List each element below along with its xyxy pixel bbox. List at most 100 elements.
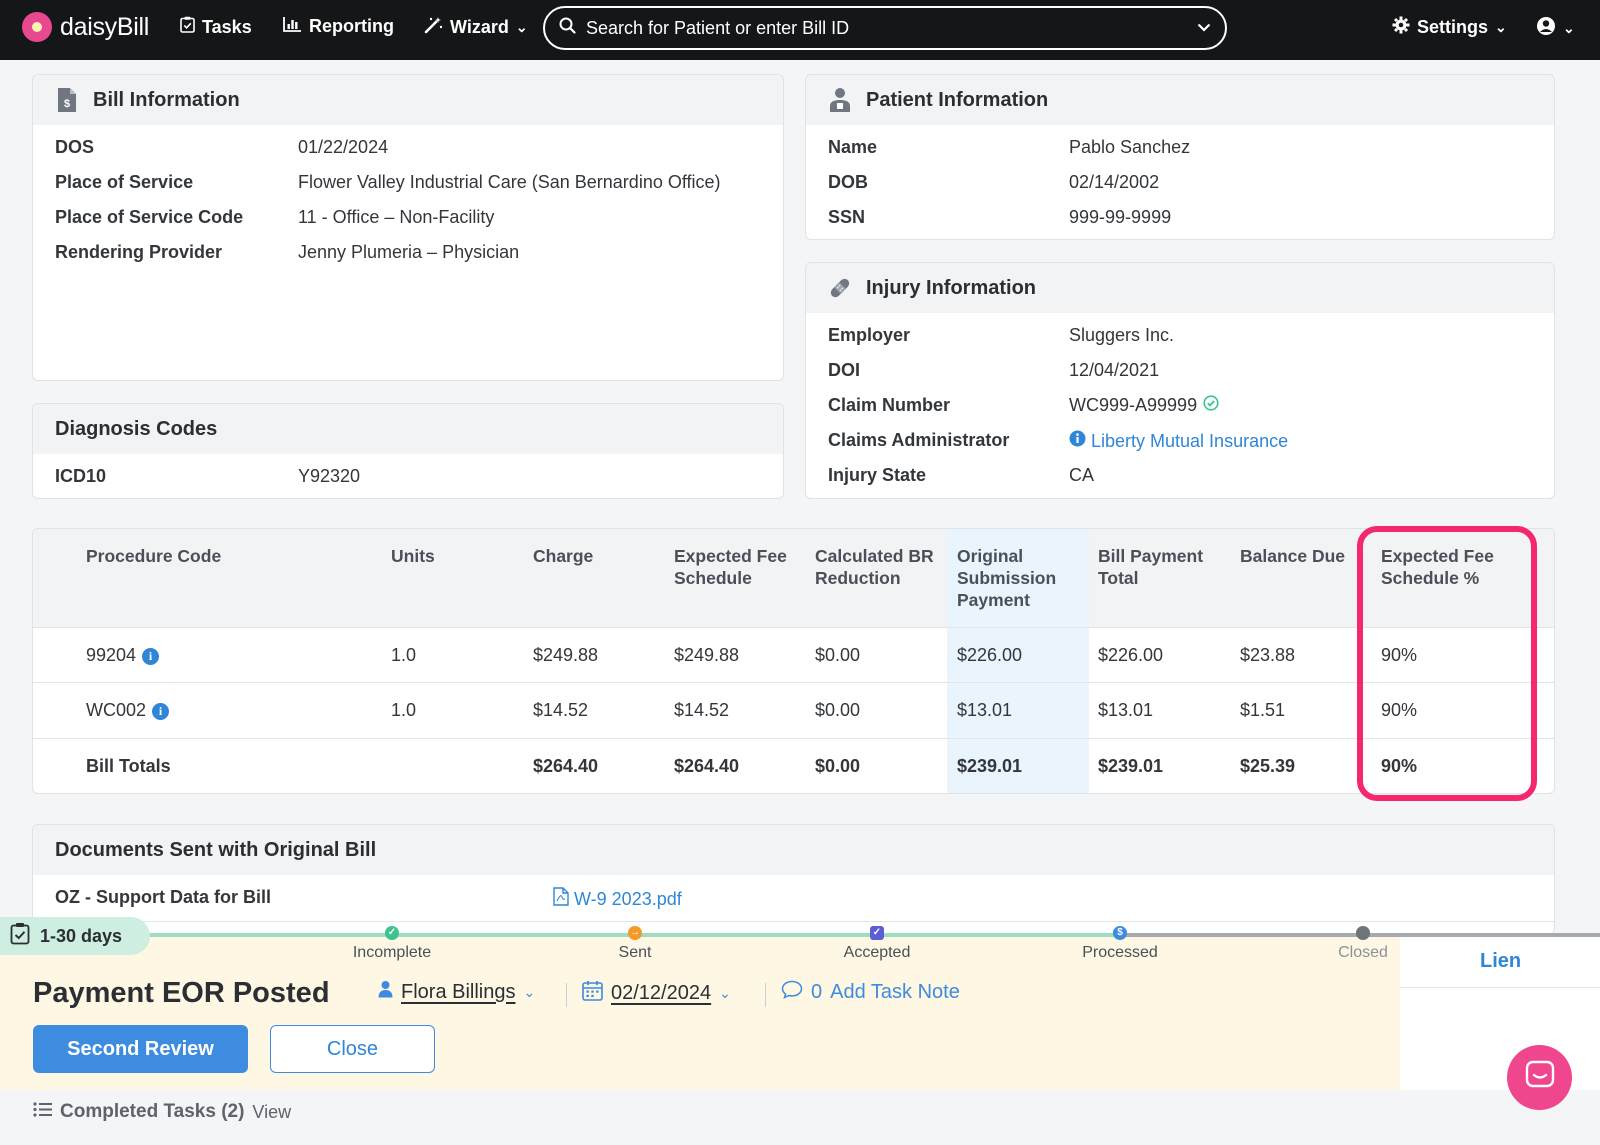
claims-administrator-link[interactable]: Liberty Mutual Insurance	[1069, 430, 1288, 452]
days-aging-label: 1-30 days	[40, 925, 123, 946]
stage-incomplete: ✓ Incomplete	[322, 926, 462, 962]
place-of-service-code-label: Place of Service Code	[55, 207, 244, 227]
ssn-label: SSN	[828, 207, 866, 227]
close-button[interactable]: Close	[270, 1025, 435, 1073]
patient-information-header: Patient Information	[806, 75, 1554, 125]
pdf-file-icon	[553, 887, 569, 911]
stage-closed: Closed	[1293, 926, 1433, 962]
place-of-service-value: Flower Valley Industrial Care (San Berna…	[298, 172, 721, 192]
total-expected-fee: $264.40	[674, 756, 740, 776]
injury-information-header: Injury Information	[806, 263, 1554, 313]
row-divider	[33, 627, 1554, 628]
bill-totals-label: Bill Totals	[86, 756, 171, 776]
nav-wizard[interactable]: Wizard ⌄	[424, 16, 528, 39]
stage-label: Closed	[1338, 944, 1388, 961]
chat-launcher-button[interactable]	[1507, 1045, 1572, 1110]
bill-information-header: $ Bill Information	[33, 75, 783, 125]
dollar-icon: $	[1113, 926, 1127, 940]
stage-label: Sent	[618, 944, 652, 961]
balance-due-cell: $1.51	[1240, 700, 1286, 720]
br-reduction-cell: $0.00	[815, 700, 861, 720]
task-title: Payment EOR Posted	[33, 977, 330, 1009]
units-cell: 1.0	[391, 645, 417, 665]
row-divider	[33, 738, 1554, 739]
ssn-value: 999-99-9999	[1069, 207, 1172, 227]
claim-number-label: Claim Number	[828, 395, 951, 415]
due-date-dropdown[interactable]: 02/12/2024 ⌄	[582, 980, 731, 1007]
brand-name: daisyBill	[60, 12, 149, 41]
injury-state-value: CA	[1069, 465, 1095, 485]
diagnosis-codes-panel: Diagnosis Codes ICD10 Y92320	[32, 403, 784, 499]
add-task-note-link[interactable]: 0 Add Task Note	[781, 980, 960, 1005]
employer-label: Employer	[828, 325, 911, 345]
highlight-annotation	[1357, 526, 1537, 801]
header-charge: Charge	[533, 546, 594, 566]
header-units: Units	[391, 546, 435, 566]
dos-label: DOS	[55, 137, 95, 157]
assignee-dropdown[interactable]: Flora Billings ⌄	[378, 980, 535, 1004]
doi-value: 12/04/2021	[1069, 360, 1160, 380]
rendering-provider-label: Rendering Provider	[55, 242, 223, 262]
injury-state-label: Injury State	[828, 465, 927, 485]
nav-settings-label: Settings	[1417, 17, 1489, 37]
info-icon[interactable]: i	[142, 648, 160, 665]
claim-number-value: WC999-A99999	[1069, 395, 1198, 415]
completed-tasks-label: Completed Tasks (2)	[60, 1101, 245, 1122]
total-bill-payment: $239.01	[1098, 756, 1164, 776]
icd10-value: Y92320	[298, 466, 361, 486]
claims-administrator-value: Liberty Mutual Insurance	[1091, 430, 1289, 451]
dot-icon	[1356, 926, 1370, 940]
clipboard-check-icon	[10, 922, 30, 950]
patient-search-input[interactable]: Search for Patient or enter Bill ID	[543, 6, 1227, 50]
due-date: 02/12/2024	[611, 982, 712, 1004]
second-review-button[interactable]: Second Review	[33, 1025, 248, 1073]
tab-lien[interactable]: Lien	[1480, 950, 1521, 973]
patient-name-label: Name	[828, 137, 878, 157]
header-bill-payment-total: Bill Payment Total	[1098, 546, 1204, 588]
doi-label: DOI	[828, 360, 861, 380]
chevron-down-icon: ⌄	[1495, 19, 1507, 35]
procedure-code-cell: WC002 i	[86, 700, 170, 721]
view-completed-link[interactable]: View	[252, 1102, 291, 1123]
bill-information-panel: $ Bill Information DOS 01/22/2024 Place …	[32, 74, 784, 381]
total-balance-due: $25.39	[1240, 756, 1296, 776]
user-menu[interactable]: ⌄	[1536, 16, 1575, 41]
nav-reporting[interactable]: Reporting	[283, 16, 394, 37]
brand-logo-link[interactable]: daisyBill	[22, 12, 149, 42]
panel-title: Diagnosis Codes	[55, 417, 218, 440]
icd10-label: ICD10	[55, 466, 107, 486]
info-icon[interactable]: i	[152, 703, 170, 720]
br-reduction-cell: $0.00	[815, 645, 861, 665]
user-avatar-icon	[1536, 16, 1556, 41]
divider	[566, 983, 567, 1007]
invoice-dollar-icon: $	[55, 87, 79, 113]
search-icon	[559, 17, 576, 39]
chevron-down-icon[interactable]	[1197, 19, 1211, 37]
documents-header: Documents Sent with Original Bill	[33, 825, 1554, 875]
diagnosis-codes-header: Diagnosis Codes	[33, 404, 783, 454]
user-icon	[378, 980, 393, 1004]
dos-value: 01/22/2024	[298, 137, 389, 157]
chevron-down-icon: ⌄	[523, 983, 536, 1000]
magic-wand-icon	[424, 16, 443, 39]
nav-tasks[interactable]: Tasks	[180, 16, 252, 38]
panel-title: Bill Information	[93, 88, 240, 111]
nav-settings[interactable]: Settings ⌄	[1392, 16, 1507, 39]
document-file-link[interactable]: W-9 2023.pdf	[553, 887, 682, 911]
document-file-name: W-9 2023.pdf	[574, 888, 682, 909]
check-square-icon: ✓	[870, 926, 884, 940]
nav-reporting-label: Reporting	[309, 16, 394, 36]
assignee-name: Flora Billings	[401, 980, 516, 1003]
original-payment-cell: $226.00	[957, 645, 1023, 665]
expected-fee-cell: $14.52	[674, 700, 730, 720]
total-original-payment: $239.01	[957, 756, 1023, 776]
balance-due-cell: $23.88	[1240, 645, 1296, 665]
dob-value: 02/14/2002	[1069, 172, 1160, 192]
patient-information-panel: Patient Information Name Pablo Sanchez D…	[805, 74, 1555, 240]
documents-panel: Documents Sent with Original Bill OZ - S…	[32, 824, 1555, 934]
panel-title: Injury Information	[866, 276, 1036, 299]
chevron-down-icon: ⌄	[1563, 20, 1575, 36]
claims-administrator-label: Claims Administrator	[828, 430, 1010, 450]
procedure-code: 99204	[86, 645, 137, 665]
rendering-provider-value: Jenny Plumeria – Physician	[298, 242, 520, 262]
